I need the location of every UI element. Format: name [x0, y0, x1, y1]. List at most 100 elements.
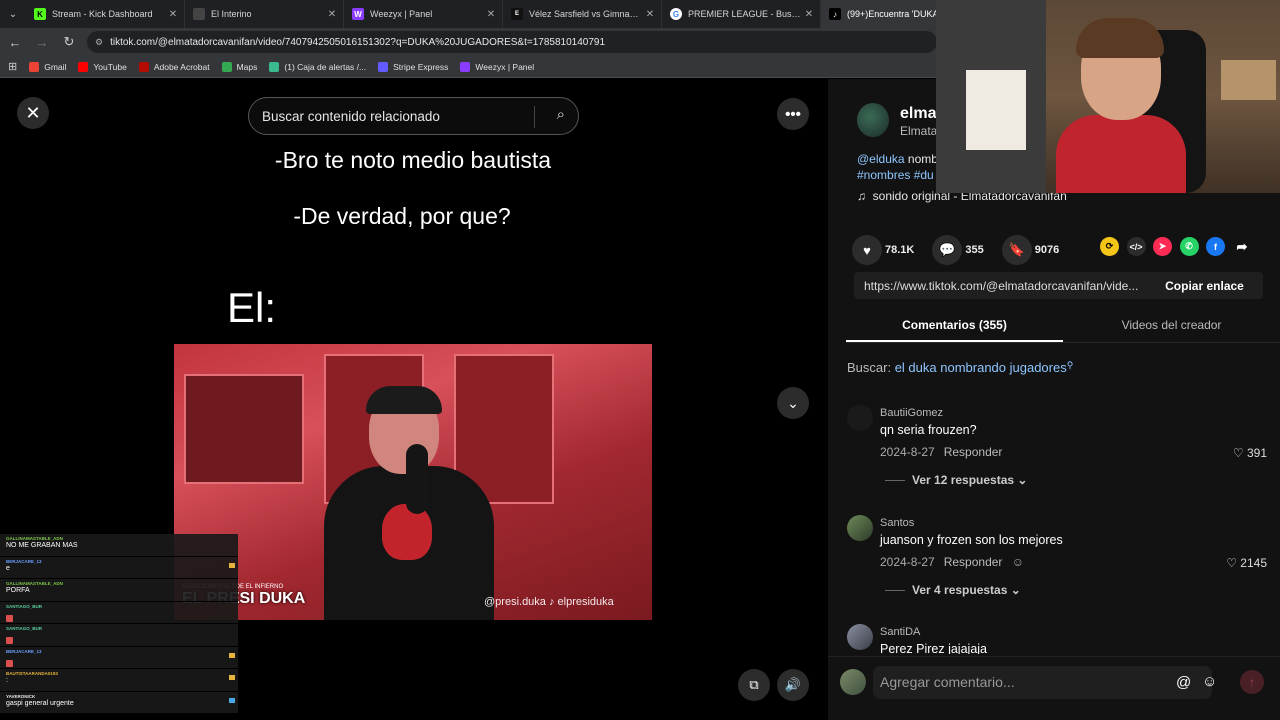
badge-icon — [229, 562, 235, 568]
bookmark-adobe[interactable]: Adobe Acrobat — [138, 61, 210, 72]
badge-icon — [229, 697, 235, 703]
bookmark-stripe[interactable]: Stripe Express — [378, 61, 448, 72]
bookmark-youtube[interactable]: YouTube — [78, 61, 127, 72]
close-tab-icon[interactable]: ✕ — [166, 9, 180, 20]
facebook-icon[interactable]: f — [1206, 237, 1225, 256]
volume-button[interactable]: 🔊 — [777, 669, 809, 701]
youtube-icon — [78, 61, 89, 72]
apps-grid-icon[interactable]: ⊞ — [8, 60, 17, 73]
comment-like-button[interactable]: ♡ 2145 — [1226, 556, 1267, 570]
video-description: @elduka nomb #nombres #du — [857, 152, 938, 182]
browser-tab-kick[interactable]: K Stream - Kick Dashboard ✕ — [26, 0, 185, 28]
forward-icon[interactable]: → — [30, 30, 54, 54]
tab-comments[interactable]: Comentarios (355) — [846, 309, 1063, 342]
share-link-url[interactable]: https://www.tiktok.com/@elmatadorcavanif… — [854, 279, 1146, 293]
close-tab-icon[interactable]: ✕ — [643, 9, 657, 20]
emote-icon — [6, 659, 13, 667]
search-suggestion[interactable]: Buscar: el duka nombrando jugadores⚲ — [847, 360, 1073, 375]
related-search-input[interactable]: Buscar contenido relacionado ⌕ — [248, 97, 579, 135]
stripe-icon — [378, 61, 389, 72]
video-player[interactable]: Buscar contenido relacionado ⌕ -Bro te n… — [174, 79, 652, 720]
send-comment-button[interactable]: ↑ — [1240, 670, 1264, 694]
browser-tab-premier[interactable]: G PREMIER LEAGUE - Buscar con Go ✕ — [662, 0, 821, 28]
search-icon[interactable]: ⌕ — [557, 106, 565, 123]
webcam-shirt — [1056, 115, 1186, 193]
chat-message: BAUTISTAARANDA0193: — [0, 669, 238, 692]
tab-creator-videos[interactable]: Videos del creador — [1063, 309, 1280, 342]
skull-print — [382, 504, 432, 560]
close-video-button[interactable]: ✕ — [17, 97, 49, 129]
emote-icon — [6, 637, 13, 644]
bookmark-gmail[interactable]: Gmail — [29, 61, 66, 72]
weezyx-icon: W — [352, 8, 364, 20]
commenter-name[interactable]: SantiDA — [880, 626, 920, 638]
panel-tabs: Comentarios (355) Videos del creador — [846, 309, 1280, 343]
mention-link[interactable]: @elduka — [857, 152, 905, 166]
reply-button[interactable]: Responder — [944, 445, 1003, 459]
chat-message: BERJACARE_13 — [0, 646, 238, 669]
close-icon: ✕ — [25, 102, 41, 123]
webcam-lamp — [1221, 60, 1276, 100]
bookmark-alertas[interactable]: (1) Caja de alertas /... — [269, 61, 366, 72]
commenter-avatar[interactable] — [847, 405, 873, 431]
share-arrow-icon[interactable]: ➦ — [1233, 237, 1252, 256]
view-replies-button[interactable]: Ver 4 respuestas ⌄ — [885, 583, 1021, 597]
view-replies-button[interactable]: Ver 12 respuestas ⌄ — [885, 473, 1027, 487]
arrow-up-icon: ↑ — [1249, 675, 1255, 689]
whatsapp-icon[interactable]: ✆ — [1179, 237, 1199, 256]
like-button[interactable]: ♥ 78.1K — [852, 235, 914, 265]
site-info-icon[interactable]: ⚙ — [95, 37, 103, 48]
address-bar[interactable]: ⚙ tiktok.com/@elmatadorcavanifan/video/7… — [87, 31, 937, 53]
alerts-icon — [269, 61, 280, 72]
comment-text: juanson y frozen son los mejores — [880, 533, 1063, 547]
tab-search-icon[interactable]: ⌄ — [0, 0, 26, 28]
shelf — [184, 374, 304, 484]
webcam-hair — [1076, 18, 1164, 58]
divider — [534, 106, 535, 128]
author-avatar[interactable] — [857, 103, 889, 137]
close-tab-icon[interactable]: ✕ — [484, 9, 498, 20]
embed-icon[interactable]: </> — [1126, 237, 1146, 256]
save-button[interactable]: 🔖 9076 — [1001, 235, 1059, 265]
comment-like-button[interactable]: ♡ 391 — [1233, 446, 1267, 460]
emoji-icon[interactable]: ☺ — [1202, 673, 1217, 690]
hashtag-links[interactable]: #nombres #du — [857, 168, 934, 182]
browser-tab-velez[interactable]: E Vélez Sarsfield vs Gimnasia La Pl ✕ — [503, 0, 662, 28]
chat-message: GALLINAMASTABLE_ADN NO ME GRABAN MAS — [0, 534, 238, 557]
close-tab-icon[interactable]: ✕ — [802, 9, 816, 20]
browser-tab-el-interino[interactable]: El Interino ✕ — [185, 0, 344, 28]
my-avatar — [840, 669, 866, 695]
repost-icon[interactable]: ⟳ — [1100, 237, 1119, 256]
reply-button[interactable]: Responder — [944, 555, 1003, 569]
next-video-button[interactable]: ⌄ — [777, 387, 809, 419]
browser-tab-weezyx[interactable]: W Weezyx | Panel ✕ — [344, 0, 503, 28]
reload-icon[interactable]: ↻ — [57, 30, 81, 54]
close-tab-icon[interactable]: ✕ — [325, 9, 339, 20]
comment-input[interactable]: Agregar comentario... — [873, 666, 1212, 699]
commenter-avatar[interactable] — [847, 515, 873, 541]
comment-button[interactable]: 💬 355 — [932, 235, 984, 265]
video-caption-line-3: El: — [227, 284, 277, 331]
streamer-webcam-overlay — [936, 0, 1280, 193]
commenter-avatar[interactable] — [847, 624, 873, 650]
commenter-name[interactable]: BautiiGomez — [880, 407, 943, 419]
comment-meta: 2024-8-27 Responder — [880, 445, 1003, 459]
search-icon: ⚲ — [1066, 360, 1074, 370]
action-bar: ♥ 78.1K 💬 355 🔖 9076 — [852, 235, 1077, 265]
chevron-down-icon: ⌄ — [787, 394, 799, 411]
maps-icon — [221, 61, 232, 72]
webcam-poster — [966, 70, 1026, 150]
bookmark-weezyx[interactable]: Weezyx | Panel — [460, 61, 534, 72]
copy-link-button[interactable]: Copiar enlace — [1146, 279, 1263, 293]
pip-icon: ⧉ — [749, 677, 759, 692]
send-icon[interactable]: ➤ — [1153, 237, 1172, 256]
mention-icon[interactable]: @ — [1176, 674, 1191, 691]
bookmark-maps[interactable]: Maps — [221, 61, 257, 72]
comment-meta: 2024-8-27 Responder ☺ — [880, 555, 1025, 569]
back-icon[interactable]: ← — [3, 30, 27, 54]
picture-in-picture-button[interactable]: ⧉ — [738, 669, 770, 701]
commenter-name[interactable]: Santos — [880, 517, 914, 529]
badge-icon — [229, 652, 235, 658]
chat-message: YAVERONICK gaspi general urgente — [0, 691, 238, 714]
more-options-button[interactable]: ••• — [777, 98, 809, 130]
